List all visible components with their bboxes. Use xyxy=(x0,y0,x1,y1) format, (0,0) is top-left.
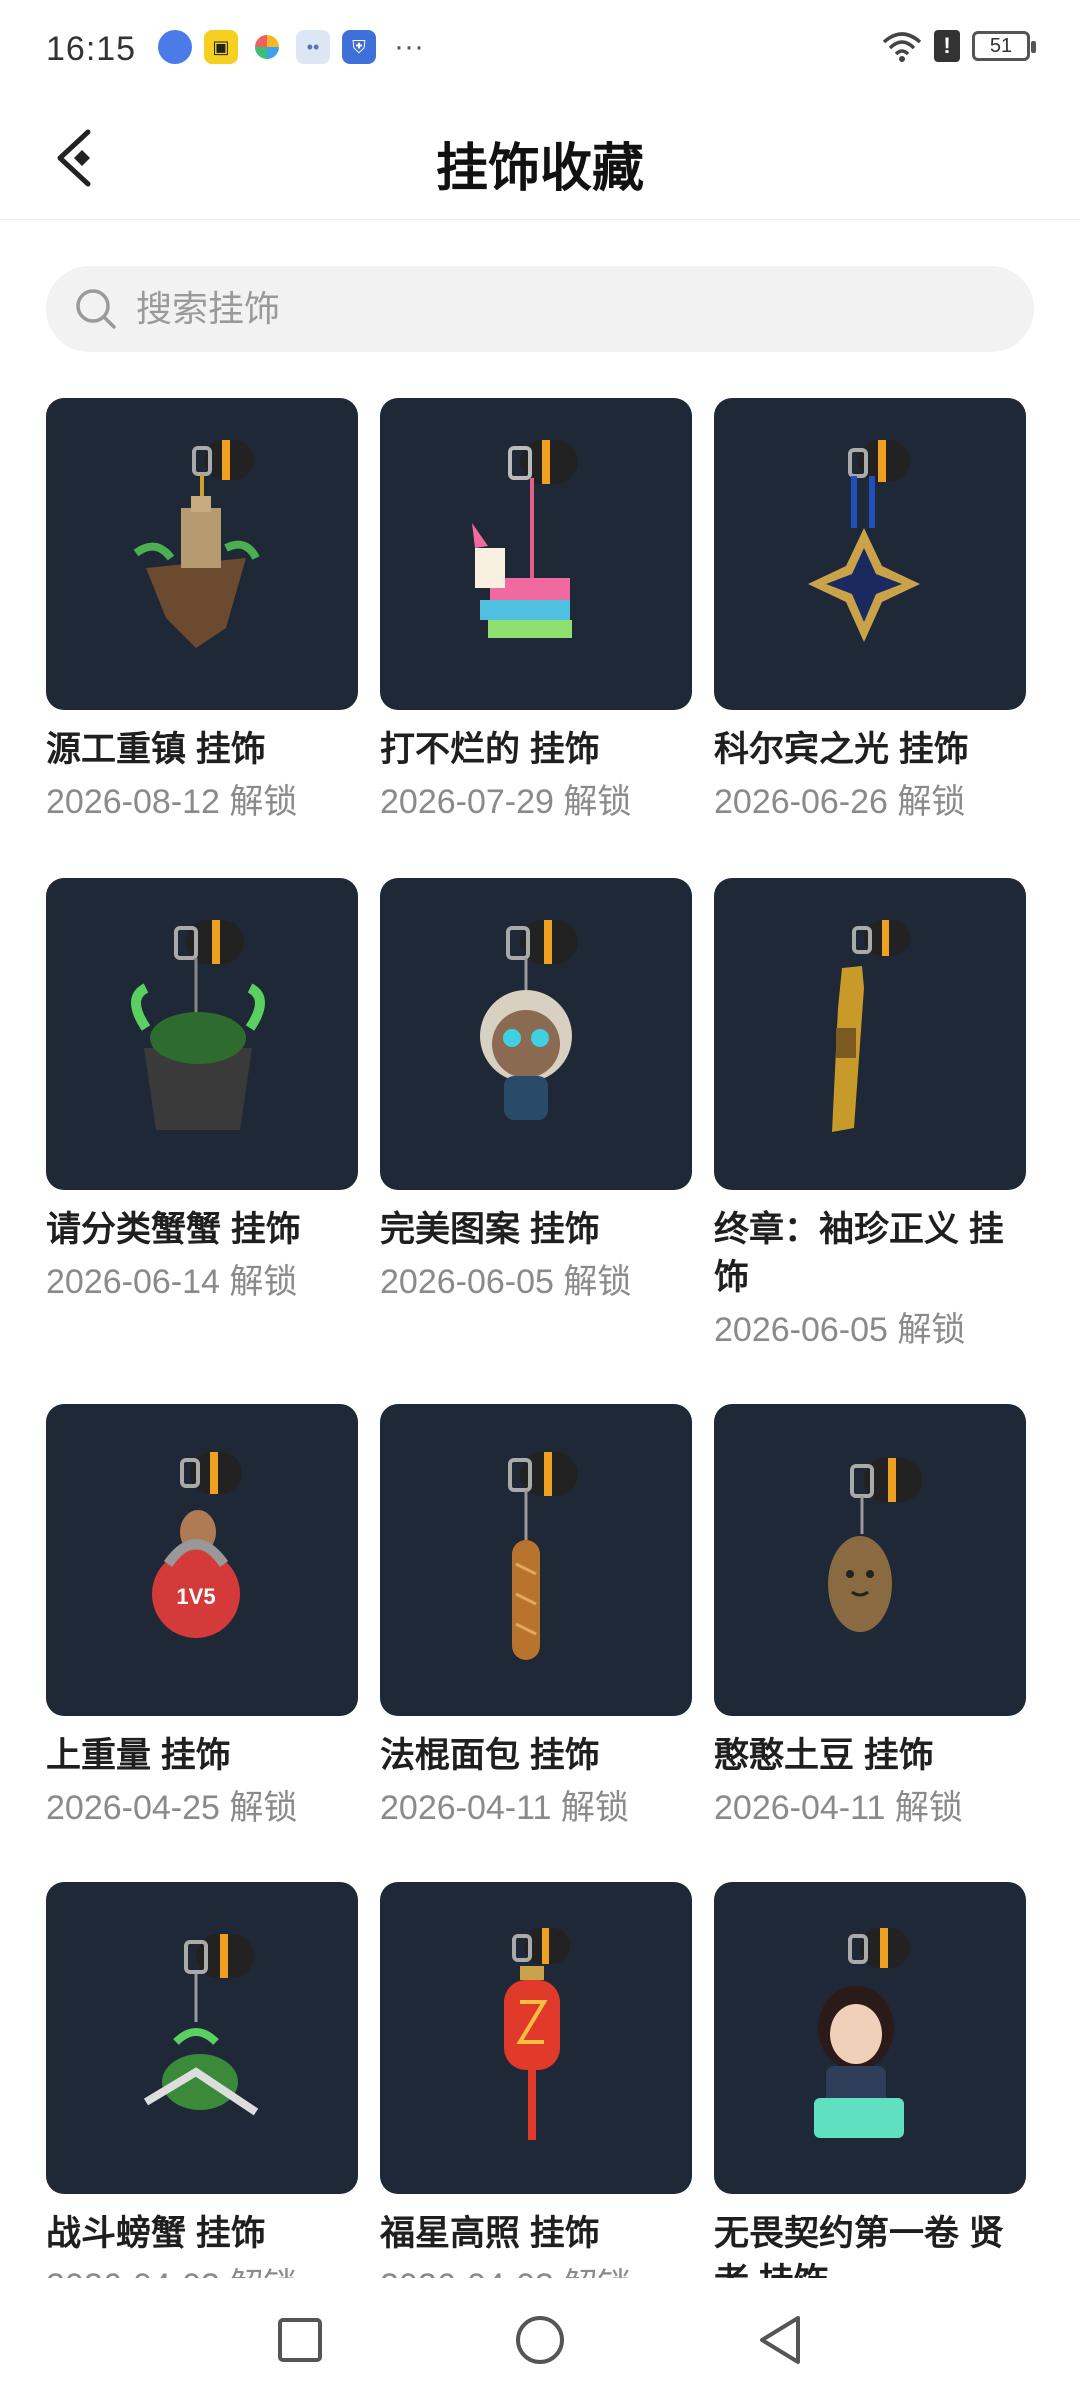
charm-thumbnail[interactable] xyxy=(46,1882,358,2194)
status-time: 16:15 xyxy=(46,30,137,68)
chat-bot-icon: •• xyxy=(296,30,330,64)
doll-charm-image xyxy=(480,920,578,1120)
charm-name: 科尔宾之光 挂饰 xyxy=(714,730,969,769)
square-icon xyxy=(278,2318,322,2362)
battery-level: 51 xyxy=(989,35,1013,57)
search-icon xyxy=(76,289,116,329)
status-right: ! 51 xyxy=(882,30,1036,62)
charm-name: 憨憨土豆 挂饰 xyxy=(714,1736,934,1775)
pinata-charm-image xyxy=(472,440,578,638)
header: 挂饰收藏 xyxy=(0,96,1080,220)
charm-card[interactable]: 战斗螃蟹 挂饰 2026-04-03 解锁 xyxy=(46,1882,358,2278)
kettlebell-charm-image: 1V5 xyxy=(152,1452,242,1638)
charm-name: 法棍面包 挂饰 xyxy=(380,1736,600,1775)
charm-thumbnail[interactable] xyxy=(46,398,358,710)
potato-charm-image xyxy=(828,1458,922,1632)
charm-card[interactable]: 请分类蟹蟹 挂饰 2026-06-14 解锁 xyxy=(46,878,358,1304)
charm-card[interactable]: 憨憨土豆 挂饰 2026-04-11 解锁 xyxy=(714,1404,1026,1830)
unlock-date: 2026-06-05 解锁 xyxy=(380,1263,632,1301)
baguette-charm-image xyxy=(508,1452,578,1660)
wifi-icon xyxy=(882,32,922,62)
unlock-date: 2026-06-26 解锁 xyxy=(714,783,966,821)
charm-name: 请分类蟹蟹 挂饰 xyxy=(46,1210,301,1249)
charm-card[interactable]: 福星高照 挂饰 2026-04-03 解锁 xyxy=(380,1882,692,2278)
home-button[interactable] xyxy=(500,2300,580,2380)
charm-name: 终章：袖珍正义 挂饰 xyxy=(714,1210,1004,1297)
charm-card[interactable]: 打不烂的 挂饰 2026-07-29 解锁 xyxy=(380,398,692,824)
browser-icon xyxy=(158,30,192,64)
charm-thumbnail[interactable]: 1V5 xyxy=(46,1404,358,1716)
unlock-date: 2026-07-29 解锁 xyxy=(380,783,632,821)
charm-card[interactable]: 科尔宾之光 挂饰 2026-06-26 解锁 xyxy=(714,398,1026,824)
charm-card[interactable]: 无畏契约第一卷 贤者 挂饰 xyxy=(714,1882,1026,2278)
pinwheel-icon xyxy=(250,30,284,64)
charm-thumbnail[interactable] xyxy=(380,1882,692,2194)
lantern-charm-image xyxy=(504,1928,570,2140)
unlock-date: 2026-04-03 解锁 xyxy=(46,2264,358,2278)
unlock-date: 2026-06-05 解锁 xyxy=(714,1311,966,1349)
star-charm-image xyxy=(808,440,920,642)
charm-name: 上重量 挂饰 xyxy=(46,1736,231,1775)
recent-apps-button[interactable] xyxy=(260,2300,340,2380)
notification-icons: ▣ •• ⛨ ··· xyxy=(158,30,424,64)
charm-thumbnail[interactable] xyxy=(714,398,1026,710)
charm-card[interactable]: 终章：袖珍正义 挂饰 2026-06-05 解锁 xyxy=(714,878,1026,1352)
crab-bucket-charm-image xyxy=(131,920,265,1130)
battery-icon: 51 xyxy=(972,31,1036,61)
unlock-date: 2026-08-12 解锁 xyxy=(46,783,298,821)
more-notifications-icon: ··· xyxy=(394,30,424,63)
charm-thumbnail[interactable] xyxy=(714,878,1026,1190)
charm-thumbnail[interactable] xyxy=(714,1404,1026,1716)
charm-thumbnail[interactable] xyxy=(714,1882,1026,2194)
charm-card[interactable]: 完美图案 挂饰 2026-06-05 解锁 xyxy=(380,878,692,1304)
charm-name: 打不烂的 挂饰 xyxy=(380,730,600,769)
floating-island-charm-image xyxy=(133,440,260,648)
charm-name: 战斗螃蟹 挂饰 xyxy=(46,2214,266,2253)
charm-thumbnail[interactable] xyxy=(380,1404,692,1716)
security-app-icon: ⛨ xyxy=(342,30,376,64)
charm-name: 源工重镇 挂饰 xyxy=(46,730,266,769)
charm-thumbnail[interactable] xyxy=(380,398,692,710)
unlock-date: 2026-04-25 解锁 xyxy=(46,1789,298,1827)
search-bar[interactable] xyxy=(46,266,1034,352)
page-title: 挂饰收藏 xyxy=(435,140,644,198)
game-app-icon: ▣ xyxy=(204,30,238,64)
unlock-date: 2026-06-14 解锁 xyxy=(46,1263,298,1301)
charm-card[interactable]: 源工重镇 挂饰 2026-08-12 解锁 xyxy=(46,398,358,824)
status-bar: 16:15 ▣ •• ⛨ ··· ! 51 xyxy=(0,0,1080,96)
charm-thumbnail[interactable] xyxy=(380,878,692,1190)
golden-gun-charm-image xyxy=(832,920,910,1132)
kettlebell-label: 1V5 xyxy=(176,1584,215,1609)
battle-crab-charm-image xyxy=(143,1934,259,2116)
sage-charm-image xyxy=(814,1928,910,2138)
alert-icon: ! xyxy=(934,30,960,62)
unlock-date: 2026-04-11 解锁 xyxy=(714,1789,963,1827)
charm-thumbnail[interactable] xyxy=(46,878,358,1190)
charm-name: 无畏契约第一卷 贤者 挂饰 xyxy=(714,2214,1004,2278)
charm-card[interactable]: 1V5 上重量 挂饰 2026-04-25 解锁 xyxy=(46,1404,358,1830)
system-navigation-bar xyxy=(0,2280,1080,2400)
charm-grid: 源工重镇 挂饰 2026-08-12 解锁 打不烂的 挂饰 2026-07-29… xyxy=(46,398,1034,2278)
triangle-back-icon xyxy=(760,2316,800,2364)
charm-name: 福星高照 挂饰 xyxy=(380,2214,600,2253)
charm-name: 完美图案 挂饰 xyxy=(380,1210,600,1249)
charm-card[interactable]: 法棍面包 挂饰 2026-04-11 解锁 xyxy=(380,1404,692,1830)
search-input[interactable] xyxy=(136,288,996,330)
unlock-date: 2026-04-03 解锁 xyxy=(380,2264,692,2278)
unlock-date: 2026-04-11 解锁 xyxy=(380,1789,629,1827)
circle-icon xyxy=(516,2316,564,2364)
back-nav-button[interactable] xyxy=(740,2300,820,2380)
